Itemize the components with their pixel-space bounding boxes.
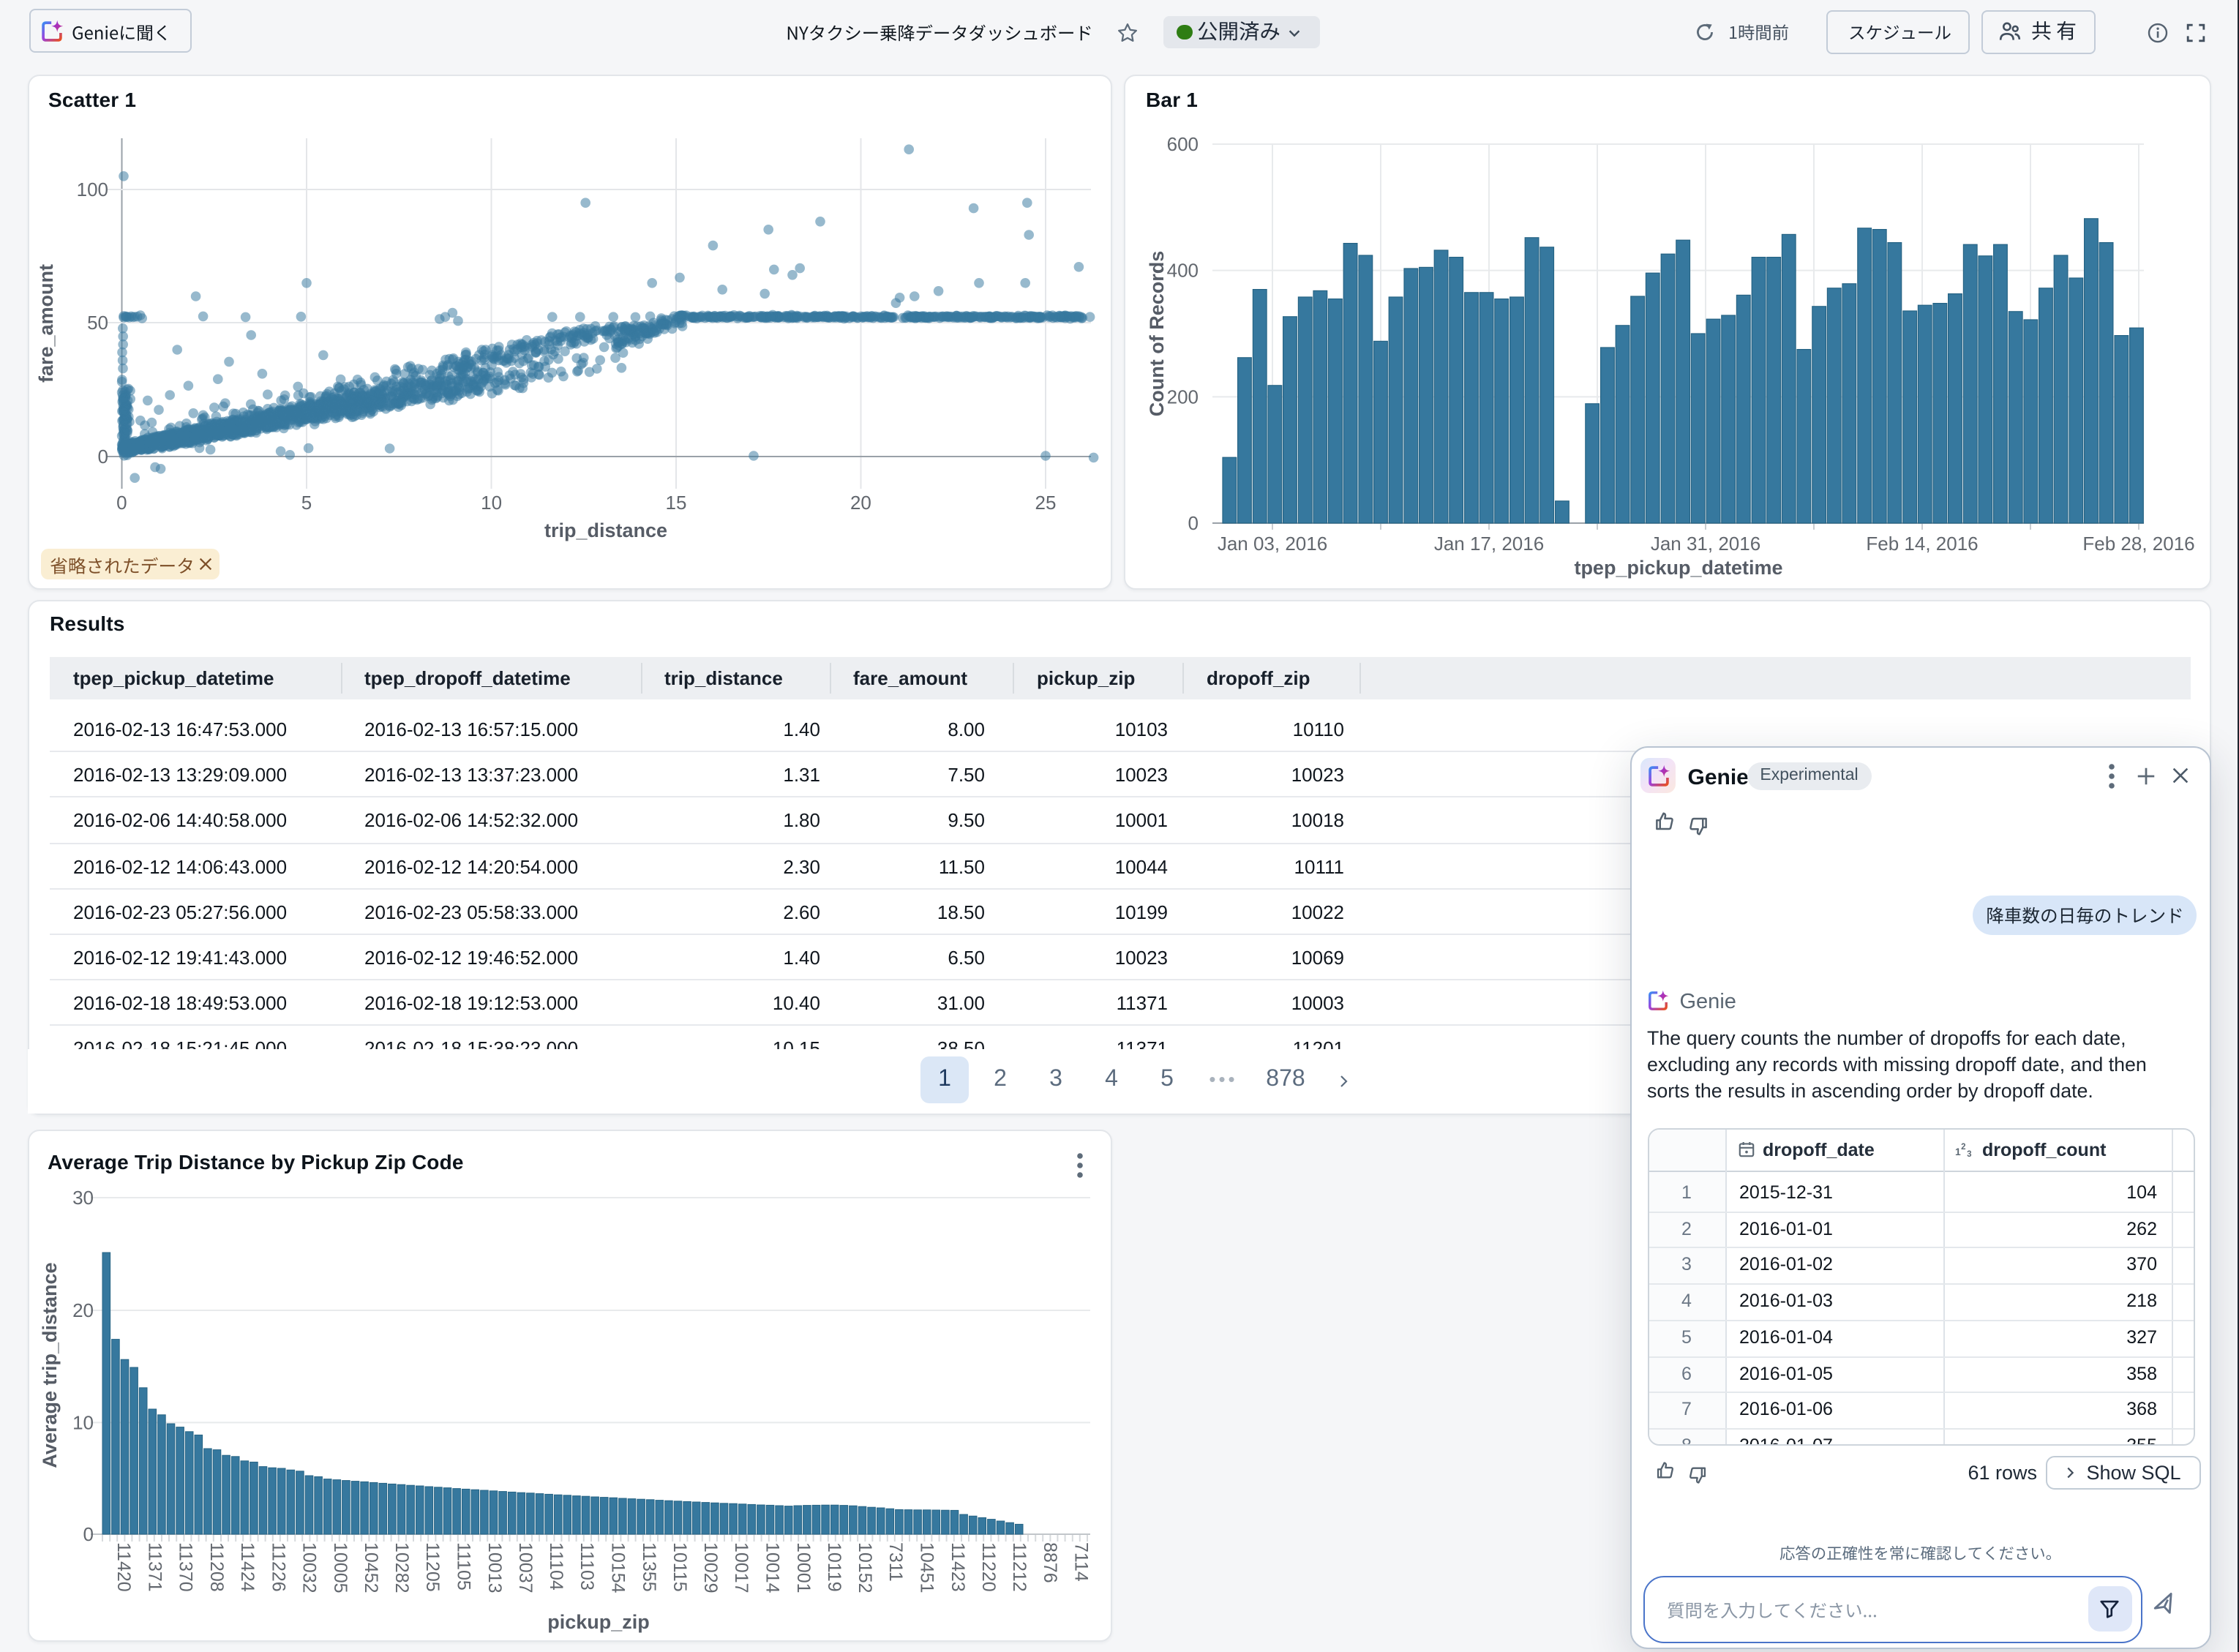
svg-text:0: 0 (83, 1523, 94, 1545)
svg-text:600: 600 (1166, 132, 1198, 154)
svg-text:10: 10 (72, 1411, 94, 1433)
svg-text:11104: 11104 (546, 1542, 566, 1591)
svg-text:10154: 10154 (607, 1542, 628, 1593)
svg-text:50: 50 (87, 311, 108, 333)
svg-text:20: 20 (72, 1299, 94, 1321)
svg-text:10013: 10013 (484, 1542, 505, 1593)
svg-text:Feb 28, 2016: Feb 28, 2016 (2082, 532, 2194, 554)
svg-text:fare_amount: fare_amount (35, 263, 57, 382)
svg-text:25: 25 (1035, 491, 1057, 513)
svg-text:100: 100 (77, 178, 108, 200)
svg-text:11355: 11355 (639, 1542, 659, 1592)
svg-text:trip_distance: trip_distance (544, 519, 667, 541)
svg-text:tpep_pickup_datetime: tpep_pickup_datetime (1573, 556, 1782, 578)
svg-text:Average trip_distance: Average trip_distance (39, 1262, 61, 1468)
svg-text:10014: 10014 (762, 1542, 783, 1593)
svg-text:11103: 11103 (577, 1542, 597, 1591)
svg-text:15: 15 (666, 491, 687, 513)
svg-text:pickup_zip: pickup_zip (547, 1611, 650, 1633)
svg-text:400: 400 (1166, 259, 1198, 281)
svg-text:11212: 11212 (1009, 1542, 1030, 1592)
svg-text:1: 1 (1954, 1145, 1960, 1157)
svg-text:10: 10 (481, 491, 502, 513)
svg-text:Jan 31, 2016: Jan 31, 2016 (1650, 532, 1760, 554)
svg-text:10029: 10029 (700, 1542, 721, 1593)
svg-text:10037: 10037 (515, 1542, 536, 1593)
svg-text:10115: 10115 (670, 1542, 690, 1592)
svg-text:11370: 11370 (176, 1542, 196, 1592)
svg-text:7311: 7311 (885, 1542, 906, 1582)
svg-text:10119: 10119 (824, 1542, 844, 1592)
svg-text:11105: 11105 (454, 1542, 474, 1591)
svg-text:0: 0 (98, 445, 108, 467)
svg-text:Jan 03, 2016: Jan 03, 2016 (1217, 532, 1327, 554)
svg-text:Feb 14, 2016: Feb 14, 2016 (1865, 532, 1977, 554)
svg-text:20: 20 (850, 491, 871, 513)
svg-text:10282: 10282 (391, 1542, 412, 1593)
svg-text:2: 2 (1960, 1142, 1965, 1151)
svg-text:3: 3 (1966, 1149, 1970, 1158)
svg-text:10032: 10032 (299, 1542, 319, 1593)
svg-text:0: 0 (116, 491, 127, 513)
svg-text:11424: 11424 (237, 1542, 258, 1592)
svg-text:11371: 11371 (145, 1542, 165, 1592)
svg-text:200: 200 (1166, 385, 1198, 407)
svg-text:11220: 11220 (978, 1542, 999, 1592)
svg-text:11208: 11208 (206, 1542, 227, 1592)
svg-text:10452: 10452 (361, 1542, 381, 1593)
svg-text:10451: 10451 (916, 1542, 937, 1593)
svg-text:0: 0 (1188, 511, 1198, 533)
svg-text:10152: 10152 (855, 1542, 875, 1593)
svg-text:5: 5 (301, 491, 312, 513)
svg-text:11423: 11423 (948, 1542, 968, 1592)
svg-text:30: 30 (72, 1187, 94, 1209)
svg-text:Count of Records: Count of Records (1145, 250, 1167, 416)
svg-text:11205: 11205 (422, 1542, 443, 1592)
svg-text:10001: 10001 (793, 1542, 814, 1593)
svg-text:10005: 10005 (330, 1542, 350, 1593)
svg-text:10017: 10017 (731, 1542, 751, 1593)
svg-text:11226: 11226 (268, 1542, 288, 1592)
svg-text:11420: 11420 (113, 1542, 134, 1592)
svg-text:7114: 7114 (1071, 1542, 1092, 1582)
svg-text:Jan 17, 2016: Jan 17, 2016 (1433, 532, 1543, 554)
svg-text:8876: 8876 (1040, 1542, 1060, 1583)
